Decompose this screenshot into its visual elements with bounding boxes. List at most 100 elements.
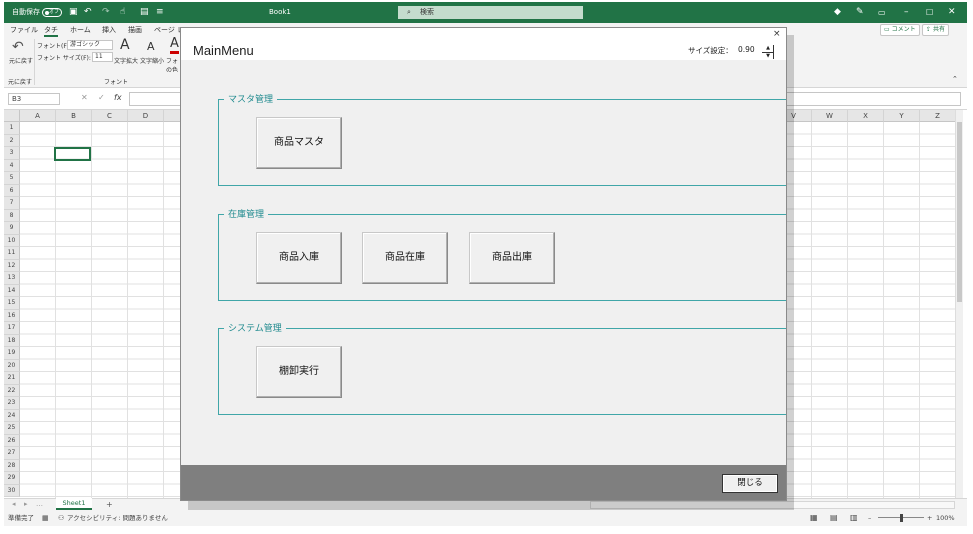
ribbon-display-icon[interactable]: ▭ bbox=[878, 2, 886, 23]
zoom-level[interactable]: 100% bbox=[936, 510, 955, 526]
share-button[interactable]: ⇪ 共有 bbox=[922, 24, 949, 36]
accessibility-status[interactable]: アクセシビリティ: 問題ありません bbox=[67, 510, 168, 526]
column-header[interactable]: D bbox=[128, 110, 164, 122]
row-header[interactable]: 2 bbox=[4, 134, 20, 147]
row-header[interactable]: 7 bbox=[4, 197, 20, 210]
vertical-scroll-thumb[interactable] bbox=[957, 122, 962, 302]
enter-formula-icon[interactable]: ✓ bbox=[98, 93, 105, 102]
row-header[interactable]: 3 bbox=[4, 147, 20, 160]
vertical-scrollbar[interactable] bbox=[955, 110, 963, 498]
column-header[interactable]: C bbox=[92, 110, 128, 122]
close-window-icon[interactable]: ✕ bbox=[948, 2, 956, 23]
search-box[interactable]: ⌕ 検索 bbox=[398, 6, 583, 19]
ribbon-collapse-icon[interactable]: ⌃ bbox=[952, 75, 958, 83]
column-header[interactable]: Y bbox=[884, 110, 920, 122]
page-break-view-icon[interactable]: ▥ bbox=[850, 510, 858, 526]
dialog-close-icon[interactable]: × bbox=[773, 29, 781, 39]
size-spinner[interactable]: ▲ ▼ bbox=[762, 45, 774, 59]
row-header[interactable]: 12 bbox=[4, 259, 20, 272]
add-sheet-icon[interactable]: + bbox=[106, 499, 113, 510]
row-header[interactable]: 4 bbox=[4, 159, 20, 172]
product-receipt-button[interactable]: 商品入庫 bbox=[256, 232, 342, 284]
row-header[interactable]: 6 bbox=[4, 184, 20, 197]
row-header[interactable]: 15 bbox=[4, 297, 20, 310]
accessibility-icon[interactable]: ⚇ bbox=[58, 510, 64, 526]
row-header[interactable]: 20 bbox=[4, 359, 20, 372]
new-file-icon[interactable]: ▤ bbox=[140, 2, 149, 23]
sheet-nav-more-icon[interactable]: … bbox=[36, 499, 43, 510]
font-size-select[interactable]: 11 bbox=[92, 52, 113, 62]
macro-record-icon[interactable]: ▦ bbox=[42, 510, 49, 526]
tab-draw[interactable]: 描画 bbox=[128, 25, 142, 35]
customize-qat-icon[interactable]: ≡ bbox=[156, 2, 164, 23]
row-header[interactable]: 13 bbox=[4, 272, 20, 285]
name-box[interactable]: B3 bbox=[8, 93, 60, 105]
pen-icon[interactable]: ✎ bbox=[856, 2, 864, 23]
insert-function-icon[interactable]: fx bbox=[114, 93, 122, 102]
product-stock-button[interactable]: 商品在庫 bbox=[362, 232, 448, 284]
redo-icon[interactable]: ↷ bbox=[102, 2, 110, 23]
tab-insert[interactable]: 挿入 bbox=[102, 25, 116, 35]
grow-font-icon[interactable]: A bbox=[120, 37, 130, 53]
maximize-icon[interactable]: ☐ bbox=[926, 2, 933, 23]
row-header[interactable]: 18 bbox=[4, 334, 20, 347]
font-color-icon[interactable]: A bbox=[170, 37, 179, 54]
font-name-select[interactable]: 游ゴシック bbox=[67, 40, 113, 50]
column-header[interactable]: A bbox=[20, 110, 56, 122]
column-header[interactable]: X bbox=[848, 110, 884, 122]
diamond-icon[interactable]: ◆ bbox=[834, 2, 841, 23]
product-master-button[interactable]: 商品マスタ bbox=[256, 117, 342, 169]
zoom-out-icon[interactable]: – bbox=[868, 510, 871, 526]
row-header[interactable]: 26 bbox=[4, 434, 20, 447]
row-header[interactable]: 29 bbox=[4, 472, 20, 485]
select-all-corner[interactable] bbox=[4, 110, 20, 122]
undo-label[interactable]: 元に戻す bbox=[9, 56, 33, 65]
comment-button[interactable]: ▭ コメント bbox=[880, 24, 920, 36]
column-header[interactable]: Z bbox=[920, 110, 955, 122]
row-header[interactable]: 11 bbox=[4, 247, 20, 260]
row-header[interactable]: 9 bbox=[4, 222, 20, 235]
row-header[interactable]: 5 bbox=[4, 172, 20, 185]
undo-large-icon[interactable]: ↶ bbox=[12, 39, 24, 55]
touch-mode-icon[interactable]: ☝ bbox=[120, 2, 125, 23]
undo-icon[interactable]: ↶ bbox=[84, 2, 92, 23]
product-shipment-button[interactable]: 商品出庫 bbox=[469, 232, 555, 284]
row-header[interactable]: 25 bbox=[4, 422, 20, 435]
row-header[interactable]: 10 bbox=[4, 234, 20, 247]
cancel-formula-icon[interactable]: ✕ bbox=[81, 93, 88, 102]
column-header[interactable]: B bbox=[56, 110, 92, 122]
row-header[interactable]: 1 bbox=[4, 122, 20, 135]
row-header[interactable]: 30 bbox=[4, 484, 20, 497]
zoom-slider-thumb[interactable] bbox=[900, 514, 903, 522]
autosave-toggle[interactable]: オフ bbox=[42, 8, 62, 17]
column-header[interactable]: W bbox=[812, 110, 848, 122]
shrink-font-icon[interactable]: A bbox=[147, 40, 155, 53]
tab-touch[interactable]: タチ bbox=[44, 25, 58, 37]
row-header[interactable]: 22 bbox=[4, 384, 20, 397]
row-header[interactable]: 16 bbox=[4, 309, 20, 322]
normal-view-icon[interactable]: ▦ bbox=[810, 510, 818, 526]
row-header[interactable]: 28 bbox=[4, 459, 20, 472]
stocktake-button[interactable]: 棚卸実行 bbox=[256, 346, 342, 398]
minimize-icon[interactable]: – bbox=[904, 2, 909, 23]
sheet-tab-sheet1[interactable]: Sheet1 bbox=[56, 498, 92, 510]
row-header[interactable]: 23 bbox=[4, 397, 20, 410]
row-header[interactable]: 8 bbox=[4, 209, 20, 222]
shrink-font-label[interactable]: 文字縮小 bbox=[140, 56, 164, 65]
row-header[interactable]: 17 bbox=[4, 322, 20, 335]
sheet-nav-prev-icon[interactable]: ◂ bbox=[12, 499, 16, 510]
save-icon[interactable]: ▣ bbox=[69, 2, 78, 23]
page-layout-view-icon[interactable]: ▤ bbox=[830, 510, 838, 526]
selected-cell[interactable] bbox=[54, 147, 91, 161]
row-header[interactable]: 19 bbox=[4, 347, 20, 360]
row-header[interactable]: 24 bbox=[4, 409, 20, 422]
tab-home[interactable]: ホーム bbox=[70, 25, 91, 35]
font-color-label[interactable]: フォ の色 bbox=[166, 56, 180, 72]
grow-font-label[interactable]: 文字拡大 bbox=[114, 56, 138, 65]
row-header[interactable]: 27 bbox=[4, 447, 20, 460]
row-header[interactable]: 21 bbox=[4, 372, 20, 385]
close-button[interactable]: 閉じる bbox=[722, 474, 778, 493]
zoom-in-icon[interactable]: + bbox=[927, 510, 932, 526]
sheet-nav-next-icon[interactable]: ▸ bbox=[24, 499, 28, 510]
row-header[interactable]: 14 bbox=[4, 284, 20, 297]
